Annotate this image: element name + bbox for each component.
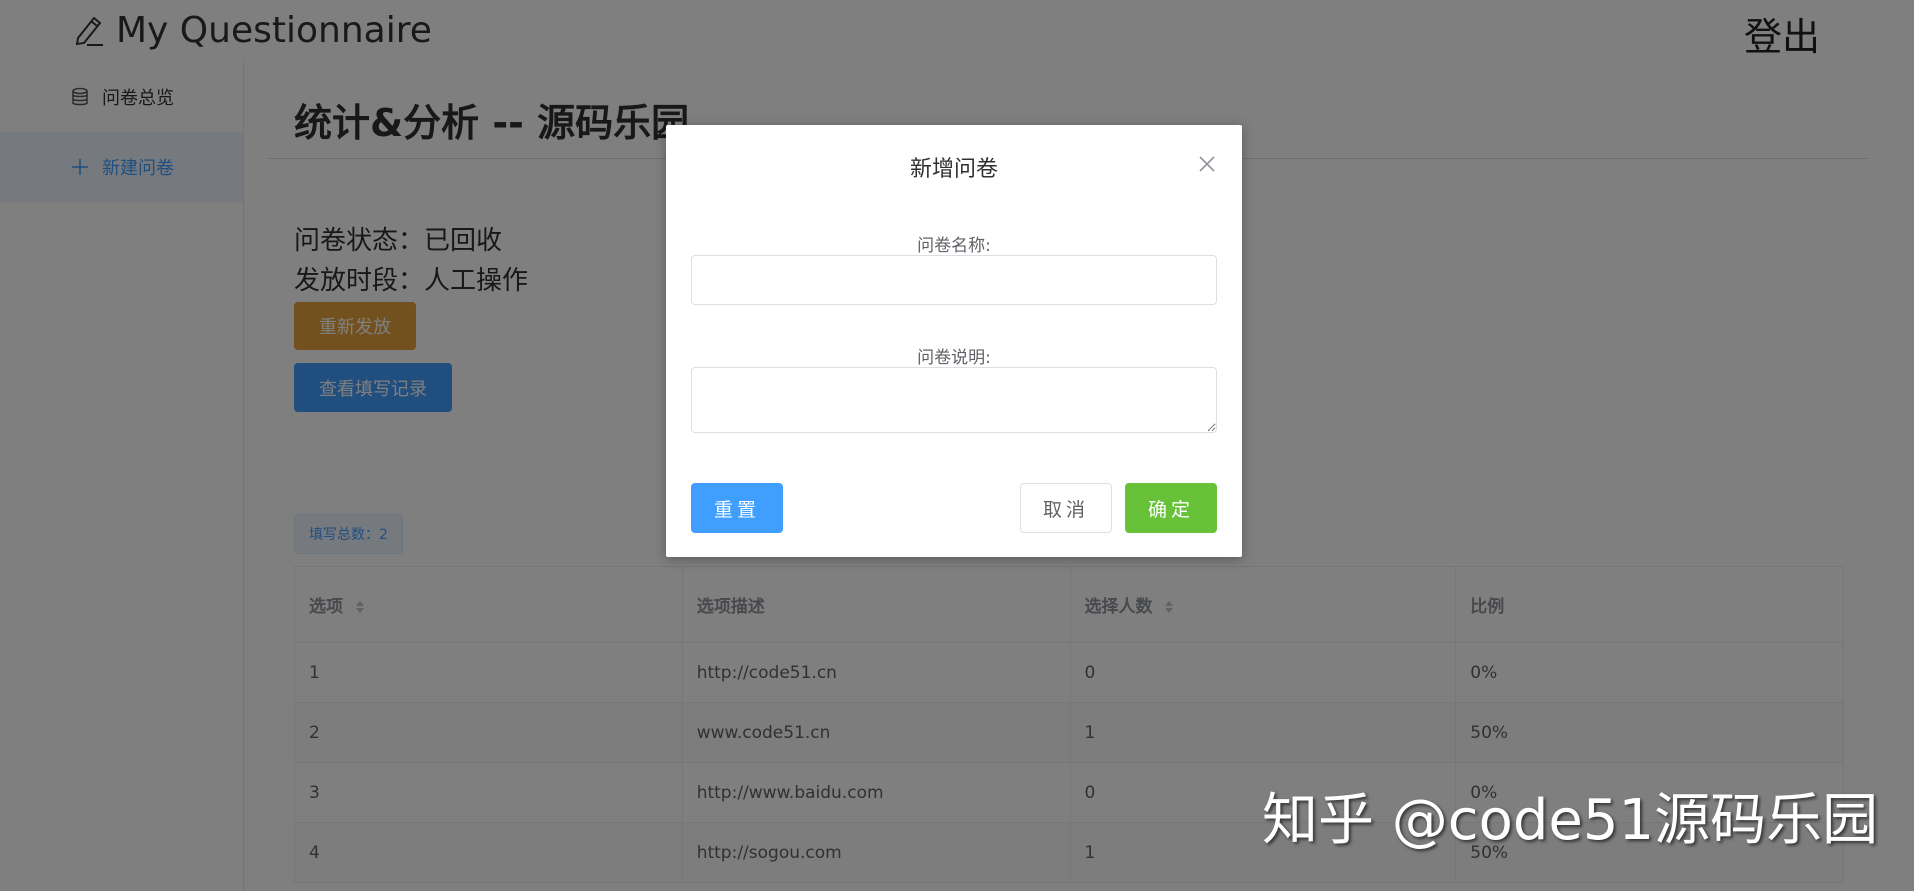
new-questionnaire-dialog: 新增问卷 问卷名称: 问卷说明: 重置 取消 确定 — [666, 125, 1242, 557]
cancel-button[interactable]: 取消 — [1020, 483, 1112, 533]
questionnaire-name-input[interactable] — [691, 255, 1217, 305]
confirm-button[interactable]: 确定 — [1125, 483, 1217, 533]
questionnaire-description-textarea[interactable] — [691, 367, 1217, 433]
reset-button[interactable]: 重置 — [691, 483, 783, 533]
name-field-label: 问卷名称: — [917, 236, 991, 256]
dialog-title: 新增问卷 — [909, 157, 998, 182]
watermark-text: 知乎 @code51源码乐园 — [1262, 788, 1879, 853]
desc-field-label: 问卷说明: — [917, 348, 991, 368]
close-icon[interactable] — [1198, 155, 1216, 173]
